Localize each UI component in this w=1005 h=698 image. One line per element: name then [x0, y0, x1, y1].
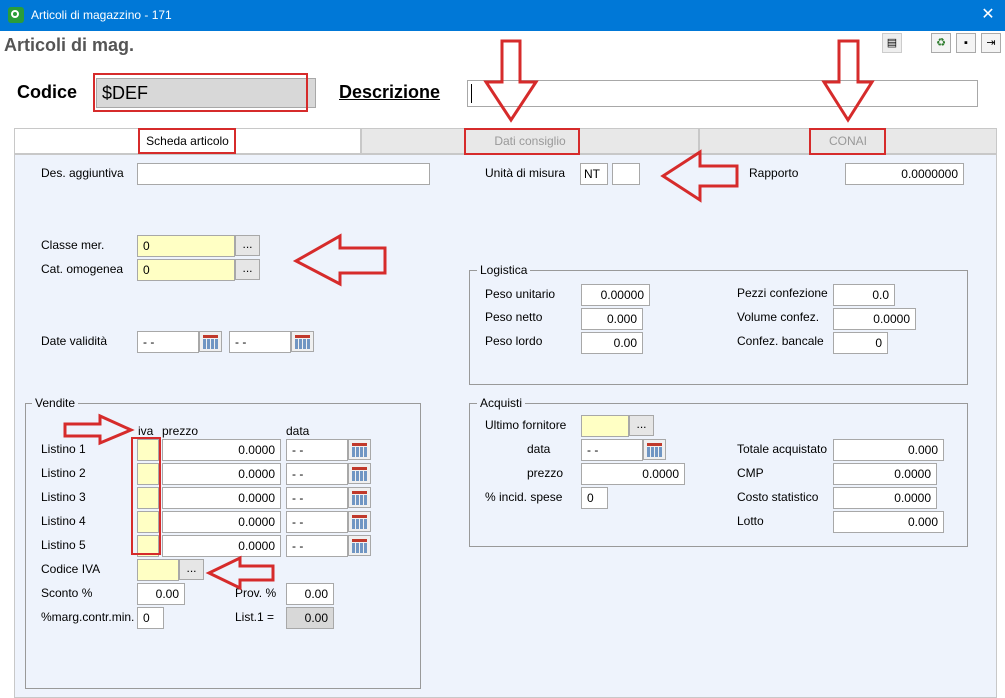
annotation-arrows: [63, 39, 875, 591]
